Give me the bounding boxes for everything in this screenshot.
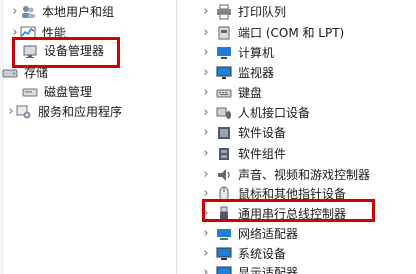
console-tree-pane: › 本地用户和组 › 性能 设备管理器 存储 磁盘管理 › 服务和应用程序 — [0, 0, 176, 274]
device-category-computer[interactable]: › 计算机 — [201, 42, 274, 64]
device-category-label: 人机接口设备 — [238, 106, 311, 120]
device-category-label: 打印队列 — [238, 5, 287, 19]
device-category-label: 软件组件 — [238, 147, 287, 161]
chevron-right-icon[interactable]: › — [201, 42, 211, 64]
device-manager-window: › 本地用户和组 › 性能 设备管理器 存储 磁盘管理 › 服务和应用程序 › … — [0, 0, 416, 274]
device-category-label: 计算机 — [238, 46, 275, 60]
tree-item-services-applications[interactable]: › 服务和应用程序 — [6, 101, 122, 123]
device-category-display-adapters[interactable]: › 显示适配器 — [201, 262, 298, 274]
device-list-pane: › 打印队列 › 端口 (COM 和 LPT) › 计算机 › 监视器 › 键盘… — [177, 0, 416, 274]
highlight-box-device-manager — [12, 37, 120, 68]
device-category-monitors[interactable]: › 监视器 — [201, 62, 274, 84]
tree-item-local-users-groups[interactable]: › 本地用户和组 — [10, 1, 114, 23]
chevron-right-icon[interactable]: › — [201, 22, 211, 44]
device-category-ports[interactable]: › 端口 (COM 和 LPT) — [201, 22, 344, 44]
chevron-right-icon[interactable]: › — [10, 1, 20, 23]
chevron-right-icon[interactable]: › — [201, 62, 211, 84]
chevron-right-icon[interactable]: › — [201, 102, 211, 124]
device-category-print-queues[interactable]: › 打印队列 — [201, 1, 286, 23]
device-category-label: 端口 (COM 和 LPT) — [238, 26, 345, 40]
tree-item-label: 磁盘管理 — [44, 85, 93, 99]
display-adapter-icon — [216, 265, 232, 274]
hid-icon — [216, 105, 232, 121]
chevron-right-icon[interactable]: › — [201, 1, 211, 23]
tree-item-disk-management[interactable]: 磁盘管理 — [22, 81, 92, 103]
left-scrollbar[interactable] — [0, 0, 4, 274]
device-category-label: 键盘 — [238, 86, 263, 100]
device-category-label: 网络适配器 — [238, 227, 299, 241]
highlight-box-usb-controllers — [202, 199, 375, 222]
device-category-keyboards[interactable]: › 键盘 — [201, 82, 262, 104]
system-device-icon — [216, 246, 232, 262]
chevron-right-icon[interactable]: › — [201, 122, 211, 144]
tree-item-label: 本地用户和组 — [42, 5, 115, 19]
chevron-right-icon[interactable]: › — [201, 262, 211, 274]
device-category-label: 显示适配器 — [238, 266, 299, 274]
chevron-right-icon[interactable]: › — [201, 143, 211, 165]
software-device-icon — [216, 125, 232, 141]
computer-icon — [216, 45, 232, 61]
device-category-hid[interactable]: › 人机接口设备 — [201, 102, 310, 124]
device-category-network-adapters[interactable]: › 网络适配器 — [201, 223, 298, 245]
device-category-software-devices[interactable]: › 软件设备 — [201, 122, 286, 144]
keyboard-icon — [216, 85, 232, 101]
device-category-software-components[interactable]: › 软件组件 — [201, 143, 286, 165]
tree-item-label: 服务和应用程序 — [38, 105, 123, 119]
network-adapter-icon — [216, 226, 232, 242]
device-category-label: 软件设备 — [238, 126, 287, 140]
services-icon — [16, 104, 32, 120]
device-category-label: 监视器 — [238, 66, 275, 80]
chevron-right-icon[interactable]: › — [201, 82, 211, 104]
disk-management-icon — [22, 84, 38, 100]
port-icon — [216, 25, 232, 41]
monitor-icon — [216, 65, 232, 81]
software-component-icon — [216, 146, 232, 162]
sound-icon — [216, 167, 232, 183]
chevron-right-icon[interactable]: › — [6, 101, 16, 123]
printer-icon — [216, 4, 232, 20]
chevron-right-icon[interactable]: › — [201, 223, 211, 245]
users-icon — [20, 4, 36, 20]
